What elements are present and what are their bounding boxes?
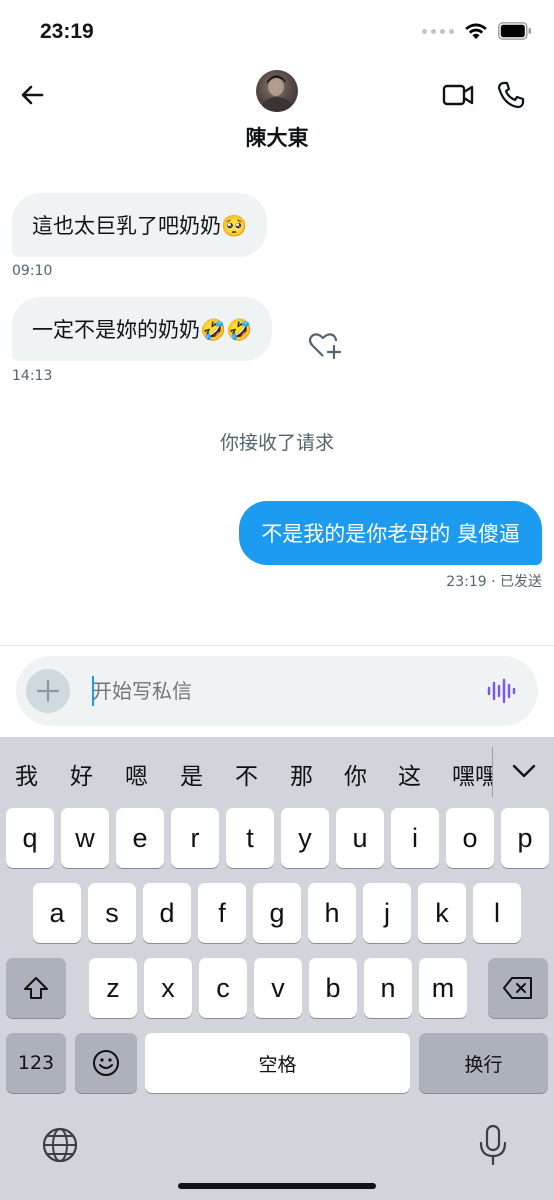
candidate-word-text: 嘿嘿 [452, 764, 492, 790]
delete-key[interactable] [488, 958, 548, 1018]
candidate-word[interactable]: 不 [235, 757, 258, 791]
key-u[interactable]: u [336, 808, 384, 868]
numbers-key[interactable]: 123 [6, 1033, 66, 1093]
composer-divider [0, 645, 554, 646]
key-g[interactable]: g [253, 883, 301, 943]
candidate-word[interactable]: 好 [70, 757, 93, 791]
shift-key[interactable] [6, 958, 66, 1018]
key-y[interactable]: y [281, 808, 329, 868]
key-v[interactable]: v [254, 958, 302, 1018]
key-j[interactable]: j [363, 883, 411, 943]
message-timestamp: 14:13 [12, 368, 53, 384]
candidate-separator [492, 747, 493, 797]
voice-wave-icon [487, 678, 516, 704]
key-a[interactable]: a [33, 883, 81, 943]
back-arrow-icon [21, 85, 44, 105]
key-r[interactable]: r [171, 808, 219, 868]
chevron-down-icon [512, 764, 536, 778]
system-note: 你接收了请求 [219, 432, 334, 454]
video-call-icon [442, 84, 474, 106]
key-f[interactable]: f [198, 883, 246, 943]
emoji-icon [93, 1050, 119, 1076]
key-z[interactable]: z [89, 958, 137, 1018]
microphone-icon [479, 1124, 507, 1166]
message-text: 這也太巨乳了吧奶奶🥺 [32, 214, 248, 238]
message-bubble-incoming[interactable]: 這也太巨乳了吧奶奶🥺 [12, 193, 268, 257]
key-d[interactable]: d [143, 883, 191, 943]
key-s[interactable]: s [88, 883, 136, 943]
candidate-word-partial[interactable]: 嘿嘿 [450, 751, 492, 795]
candidate-word[interactable]: 是 [180, 757, 203, 791]
message-composer [16, 656, 538, 726]
battery-icon [498, 22, 531, 40]
candidate-word[interactable]: 那 [290, 757, 313, 791]
message-bubble-incoming[interactable]: 一定不是妳的奶奶🤣🤣 [12, 297, 273, 361]
key-l[interactable]: l [473, 883, 521, 943]
candidate-word[interactable]: 我 [15, 757, 38, 791]
key-k[interactable]: k [418, 883, 466, 943]
message-status: 23:19 · 已发送 [446, 574, 542, 590]
candidate-bar: 我 好 嗯 是 不 那 你 这 嘿嘿 [0, 737, 554, 807]
space-key[interactable]: 空格 [145, 1033, 410, 1093]
video-call-button[interactable] [442, 80, 474, 110]
status-icons [422, 22, 532, 40]
avatar-photo [262, 75, 292, 112]
return-key[interactable]: 换行 [419, 1033, 548, 1093]
back-button[interactable] [18, 80, 48, 110]
key-n[interactable]: n [364, 958, 412, 1018]
candidate-word[interactable]: 你 [344, 757, 367, 791]
dictation-button[interactable] [476, 1123, 510, 1167]
keyboard: 我 好 嗯 是 不 那 你 这 嘿嘿 q w e r t y u i o p a… [0, 737, 554, 1200]
candidate-word[interactable]: 这 [398, 757, 421, 791]
voice-message-button[interactable] [486, 678, 516, 704]
key-b[interactable]: b [309, 958, 357, 1018]
message-text: 一定不是妳的奶奶🤣🤣 [32, 318, 253, 342]
delete-icon [503, 977, 532, 999]
emoji-key[interactable] [75, 1033, 137, 1093]
add-media-button[interactable] [26, 669, 70, 713]
text-caret [92, 676, 94, 706]
key-m[interactable]: m [419, 958, 467, 1018]
wifi-icon [465, 23, 487, 39]
plus-icon [36, 679, 60, 703]
message-bubble-outgoing[interactable]: 不是我的是你老母的 臭傻逼 [239, 501, 542, 565]
key-w[interactable]: w [61, 808, 109, 868]
switch-keyboard-button[interactable] [40, 1125, 80, 1165]
contact-name[interactable]: 陳大東 [0, 122, 554, 152]
contact-avatar[interactable] [256, 70, 298, 112]
key-h[interactable]: h [308, 883, 356, 943]
key-c[interactable]: c [199, 958, 247, 1018]
message-input[interactable] [92, 675, 472, 707]
chat-header: 陳大東 [0, 66, 554, 166]
globe-icon [42, 1127, 78, 1163]
candidate-word[interactable]: 嗯 [125, 757, 148, 791]
message-text: 不是我的是你老母的 臭傻逼 [261, 522, 520, 546]
shift-icon [24, 977, 48, 999]
status-bar: 23:19 [0, 0, 554, 66]
home-indicator[interactable] [178, 1183, 376, 1189]
key-p[interactable]: p [501, 808, 549, 868]
phone-icon [497, 81, 525, 109]
key-q[interactable]: q [6, 808, 54, 868]
key-e[interactable]: e [116, 808, 164, 868]
signal-dots-icon [422, 28, 454, 34]
expand-candidates-button[interactable] [506, 753, 542, 789]
message-timestamp: 09:10 [12, 263, 53, 279]
key-t[interactable]: t [226, 808, 274, 868]
voice-call-button[interactable] [496, 80, 526, 110]
key-i[interactable]: i [391, 808, 439, 868]
add-reaction-button[interactable] [308, 330, 342, 360]
heart-plus-icon [308, 333, 342, 360]
key-o[interactable]: o [446, 808, 494, 868]
key-x[interactable]: x [144, 958, 192, 1018]
status-time: 23:19 [40, 20, 94, 43]
